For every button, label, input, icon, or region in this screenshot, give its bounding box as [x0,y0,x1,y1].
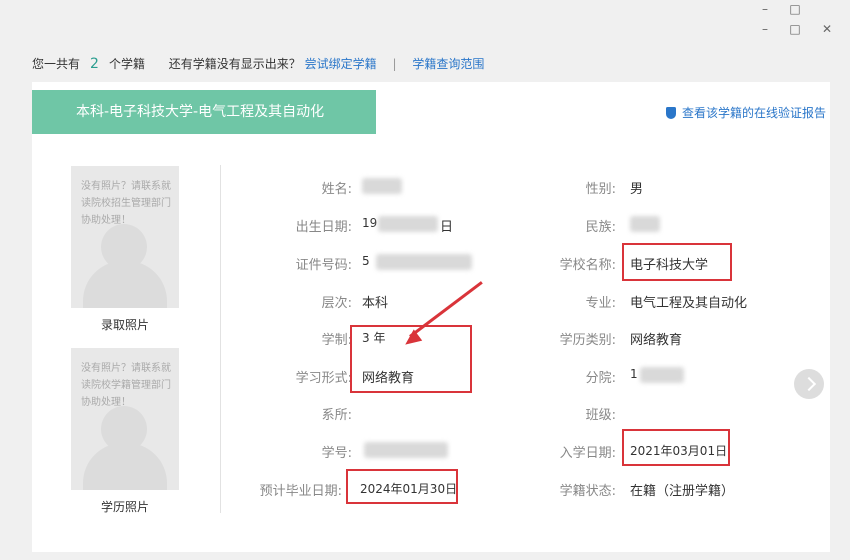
birth-date-label: 出生日期: [295,220,352,235]
student-number-label: 学号: [321,446,352,461]
school-name-highlight [622,243,732,281]
bind-record-link[interactable]: 尝试绑定学籍 [305,57,377,71]
verify-report-label: 查看该学籍的在线验证报告 [681,106,826,120]
branch-prefix: 1 [630,367,638,381]
student-number-redacted [364,442,448,458]
admission-photo-placeholder: 没有照片？请联系就读院校招生管理部门协助处理！ [71,166,179,308]
record-count: 2 [90,56,99,72]
ethnicity-redacted [630,216,660,232]
admission-photo-label: 录取照片 [100,318,149,332]
birth-date-suffix: 日 [440,220,454,235]
separator: | [392,57,397,71]
avatar-body-icon [83,261,167,308]
level-value: 本科 [362,296,389,311]
id-number-redacted [376,254,472,270]
minimize-icon-secondary[interactable]: – [750,20,780,38]
school-name-label: 学校名称: [559,258,616,273]
missing-question: 还有学籍没有显示出来？ [168,57,301,71]
record-summary-bar: 您一共有 2 个学籍 还有学籍没有显示出来？ 尝试绑定学籍 | 学籍查询范围 [32,55,484,72]
branch-redacted [640,367,684,383]
graduation-date-highlight [346,469,458,504]
minimize-icon[interactable]: – [750,0,780,18]
level-label: 层次: [321,296,352,311]
shield-icon [665,107,676,119]
gender-label: 性别: [585,182,616,197]
status-value: 在籍（注册学籍） [630,484,735,499]
major-value: 电气工程及其自动化 [630,296,748,311]
class-label: 班级: [585,408,616,423]
education-type-value: 网络教育 [630,333,683,348]
record-title-banner: 本科-电子科技大学-电气工程及其自动化 [32,90,376,134]
record-card: 本科-电子科技大学-电气工程及其自动化 查看该学籍的在线验证报告 没有照片？请联… [32,82,830,552]
branch-label: 分院: [585,371,616,386]
name-value-redacted [362,178,402,194]
next-record-button[interactable] [794,369,824,399]
summary-prefix: 您一共有 [32,57,81,71]
education-photo-label: 学历照片 [100,500,149,514]
restore-icon[interactable]: □ [780,0,810,18]
enrollment-date-label: 入学日期: [559,446,616,461]
verify-report-link[interactable]: 查看该学籍的在线验证报告 [665,104,826,121]
maximize-icon[interactable]: □ [780,20,810,38]
birth-date-redacted [378,216,438,232]
study-mode-label: 学习形式: [295,371,352,386]
summary-suffix: 个学籍 [108,57,145,71]
department-label: 系所: [321,408,352,423]
admission-photo-note: 没有照片？请联系就读院校招生管理部门协助处理！ [81,181,171,226]
name-label: 姓名: [321,182,352,197]
birth-date-prefix: 19 [362,216,378,230]
education-photo-placeholder: 没有照片？请联系就读院校学籍管理部门协助处理！ [71,348,179,490]
major-label: 专业: [585,296,616,311]
close-icon[interactable]: ✕ [812,20,842,38]
ethnicity-label: 民族: [585,220,616,235]
avatar-body-icon [83,443,167,490]
enrollment-date-highlight [622,429,730,466]
duration-label: 学制: [321,333,352,348]
graduation-date-label: 预计毕业日期: [259,484,342,499]
education-type-label: 学历类别: [559,333,616,348]
education-photo-note: 没有照片？请联系就读院校学籍管理部门协助处理！ [81,363,171,408]
id-number-prefix: 5 [362,254,370,268]
query-scope-link[interactable]: 学籍查询范围 [412,57,484,71]
id-number-label: 证件号码: [295,258,352,273]
gender-value: 男 [630,182,644,197]
divider [220,165,221,513]
status-label: 学籍状态: [559,484,616,499]
window-controls: – □ – □ ✕ [730,0,850,40]
